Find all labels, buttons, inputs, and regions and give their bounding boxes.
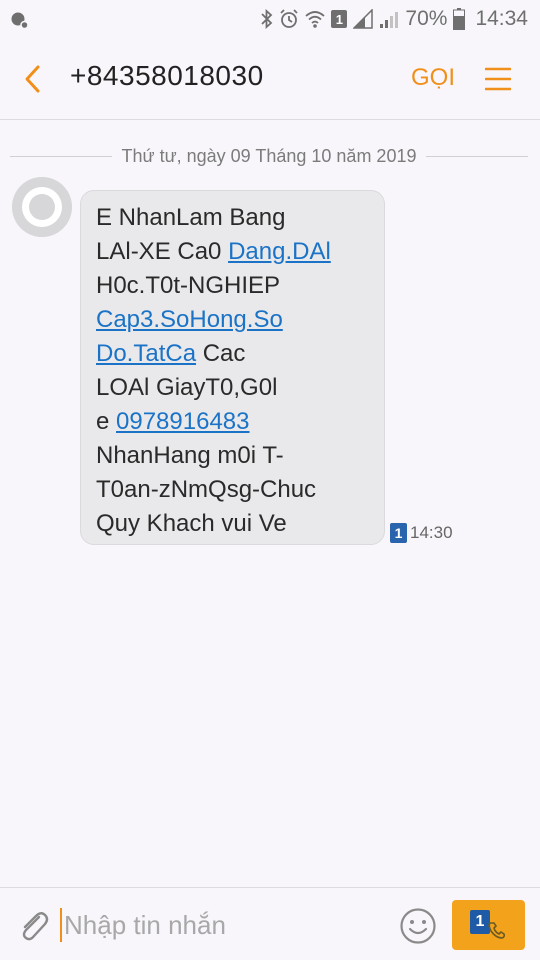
send-button[interactable]: 1 xyxy=(452,900,525,950)
back-icon[interactable] xyxy=(18,62,48,96)
status-time: 14:34 xyxy=(475,7,528,30)
attachment-icon[interactable] xyxy=(17,908,49,942)
message-meta: 1 14:30 xyxy=(390,523,453,543)
message-text: E NhanLam Bang xyxy=(96,204,286,231)
message-line: e 0978916483 xyxy=(96,405,370,439)
message-link[interactable]: Dang.DAl xyxy=(228,238,331,265)
conversation-header: +84358018030 GỌI xyxy=(0,38,540,120)
message-line: H0c.T0t-NGHIEP xyxy=(96,269,370,303)
sim-1-icon: 1 xyxy=(331,10,348,28)
message-line: E NhanLam Bang xyxy=(96,201,370,235)
status-bar: 1 70% 14:34 xyxy=(0,0,540,38)
message-line: NhanHang m0i T- xyxy=(96,439,370,473)
menu-icon[interactable] xyxy=(485,66,511,92)
divider xyxy=(426,155,528,157)
message-input-wrapper xyxy=(60,904,380,946)
message-line: Quy Khach vui Ve xyxy=(96,507,370,541)
person-icon xyxy=(12,177,72,237)
message-link[interactable]: 0978916483 xyxy=(116,408,249,435)
bluetooth-icon xyxy=(261,9,273,29)
message-input[interactable] xyxy=(64,904,374,946)
date-separator-text: Thứ tư, ngày 09 Tháng 10 năm 2019 xyxy=(121,145,417,166)
signal-2-icon xyxy=(380,12,399,28)
message-line: Cap3.SoHong.So xyxy=(96,303,370,337)
contact-number-title: +84358018030 xyxy=(70,60,264,91)
message-composer: 1 xyxy=(0,887,540,960)
signal-icon xyxy=(353,9,374,29)
alarm-icon xyxy=(280,9,299,28)
message-text: Quy Khach vui Ve xyxy=(96,510,287,537)
wifi-icon xyxy=(305,11,326,28)
notification-icon xyxy=(11,12,29,30)
call-button[interactable]: GỌI xyxy=(411,64,455,92)
message-line: LOAl GiayT0,G0l xyxy=(96,371,370,405)
battery-icon xyxy=(453,8,466,30)
message-text: NhanHang m0i T- xyxy=(96,442,284,469)
message-link[interactable]: Do.TatCa xyxy=(96,340,196,367)
message-text: T0an-zNmQsg-Chuc xyxy=(96,476,317,503)
message-bubble[interactable]: E NhanLam Bang LAl-XE Ca0 Dang.DAl H0c.T0t… xyxy=(80,190,385,545)
message-text: H0c.T0t-NGHIEP xyxy=(96,272,281,299)
message-text: LAl-XE Ca0 xyxy=(96,238,229,265)
divider xyxy=(10,155,112,157)
emoji-icon[interactable] xyxy=(399,907,437,945)
message-time: 14:30 xyxy=(410,523,453,542)
message-text: LOAl GiayT0,G0l xyxy=(96,374,278,401)
send-sms-icon xyxy=(488,922,506,939)
message-text: Cac xyxy=(196,340,246,367)
date-separator: Thứ tư, ngày 09 Tháng 10 năm 2019 xyxy=(10,144,528,168)
message-line: LAl-XE Ca0 Dang.DAl xyxy=(96,235,370,269)
message-link[interactable]: Cap3.SoHong.So xyxy=(96,306,283,333)
sim-1-icon: 1 xyxy=(390,523,407,543)
message-text: e xyxy=(96,408,117,435)
message-line: Do.TatCa Cac xyxy=(96,337,370,371)
status-icons: 1 70% 14:34 xyxy=(261,4,528,34)
contact-avatar[interactable] xyxy=(12,177,72,237)
text-caret xyxy=(60,908,62,942)
message-line: T0an-zNmQsg-Chuc xyxy=(96,473,370,507)
battery-percent: 70% xyxy=(405,7,448,30)
